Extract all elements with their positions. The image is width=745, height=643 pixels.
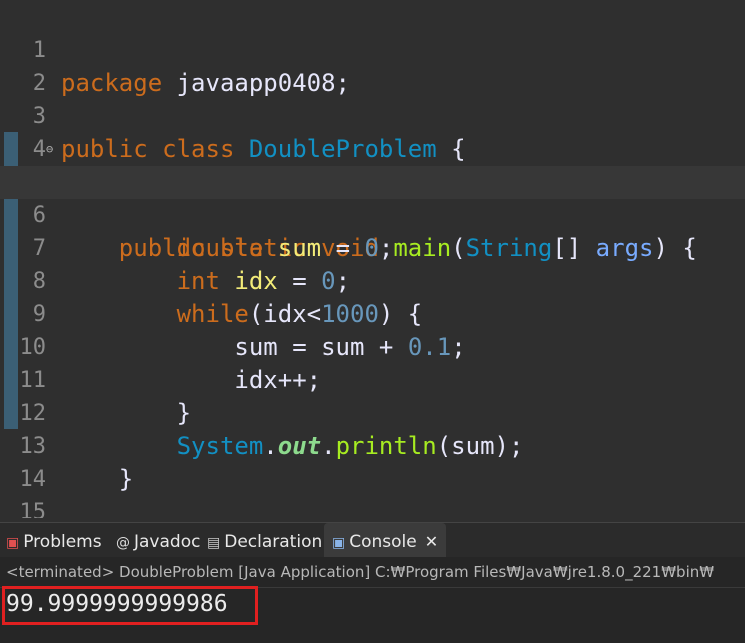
code-line-11[interactable]: 11 } [0, 331, 745, 427]
code-line-2[interactable]: 2 [0, 34, 745, 96]
code-line-1[interactable]: 1 package javaapp0408; [0, 1, 745, 97]
code-line-10[interactable]: 10 idx++; [0, 298, 745, 394]
code-editor[interactable]: 1 package javaapp0408; 2 3 public class … [0, 0, 745, 518]
view-tab-bar: ▣ Problems @ Javadoc ▤ Declaration ▣ Console… [0, 522, 745, 557]
close-icon[interactable]: ✕ [425, 532, 438, 551]
highlight-box [2, 586, 258, 625]
console-status-line: <terminated> DoubleProblem [Java Applica… [6, 563, 715, 581]
code-line-9[interactable]: 9 sum = sum + 0.1; [0, 265, 745, 361]
tab-javadoc[interactable]: @ Javadoc [116, 523, 200, 557]
code-line-15[interactable]: 15 } [0, 463, 745, 518]
tab-console[interactable]: ▣ Console ✕ [324, 523, 447, 557]
fold-collapse-icon[interactable]: ⊖ [46, 133, 58, 166]
tab-label: Problems [23, 532, 102, 552]
code-line-16[interactable]: 16 [0, 496, 745, 518]
tab-label: Console [349, 532, 417, 552]
code-line-7[interactable]: 7 int idx = 0; [0, 199, 745, 295]
code-line-13[interactable]: 13 } [0, 397, 745, 493]
code-line-8[interactable]: 8 while(idx<1000) { [0, 232, 745, 328]
code-line-4[interactable]: 4 [0, 100, 745, 162]
tab-problems[interactable]: ▣ Problems [6, 523, 102, 557]
code-line-14[interactable]: 14 [0, 430, 745, 492]
code-line-3[interactable]: 3 public class DoubleProblem { [0, 67, 745, 163]
code-line-5[interactable]: 5 ⊖ public static void main(String[] arg… [0, 133, 745, 262]
tab-label: Declaration [224, 532, 323, 552]
tab-label: Javadoc [134, 532, 201, 552]
code-line-6[interactable]: 6 double sum = 0; [0, 166, 745, 262]
tab-declaration[interactable]: ▤ Declaration [207, 523, 322, 557]
code-line-12[interactable]: 12 System.out.println(sum); [0, 364, 745, 460]
